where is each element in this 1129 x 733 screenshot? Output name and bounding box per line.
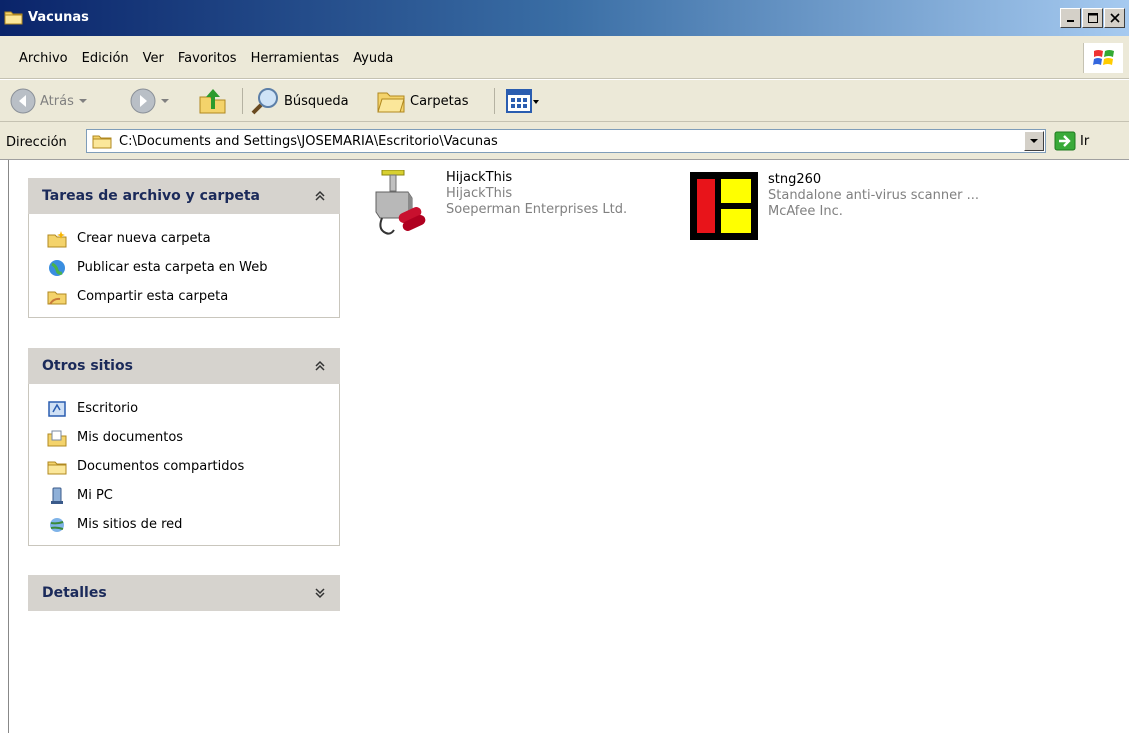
address-bar: Dirección C:\Documents and Settings\JOSE… xyxy=(0,122,1129,160)
place-shared-documents[interactable]: Documentos compartidos xyxy=(47,452,325,481)
menu-bar: Archivo Edición Ver Favoritos Herramient… xyxy=(0,36,1129,79)
task-label: Publicar esta carpeta en Web xyxy=(77,260,268,275)
search-label: Búsqueda xyxy=(284,93,349,109)
back-label: Atrás xyxy=(40,93,74,109)
shared-folder-icon xyxy=(47,461,67,474)
go-button[interactable]: Ir xyxy=(1054,131,1089,151)
other-places-header[interactable]: Otros sitios xyxy=(28,348,340,384)
back-arrow-icon xyxy=(10,88,36,114)
folder-icon xyxy=(92,134,112,152)
search-button[interactable]: Búsqueda xyxy=(250,86,349,116)
address-input[interactable]: C:\Documents and Settings\JOSEMARIA\Escr… xyxy=(86,129,1046,153)
back-button[interactable]: Atrás xyxy=(10,86,88,116)
place-label: Mis documentos xyxy=(77,430,184,445)
close-icon xyxy=(1109,13,1120,23)
folders-label: Carpetas xyxy=(410,93,469,109)
folders-icon xyxy=(377,92,405,113)
place-label: Escritorio xyxy=(77,401,139,416)
maximize-button[interactable] xyxy=(1082,8,1103,28)
file-company: McAfee Inc. xyxy=(768,204,843,219)
forward-arrow-icon xyxy=(130,88,156,114)
collapse-chevron-icon[interactable] xyxy=(314,190,326,202)
place-my-computer[interactable]: Mi PC xyxy=(47,481,325,510)
collapse-chevron-icon[interactable] xyxy=(314,360,326,372)
up-folder-button[interactable] xyxy=(198,86,228,116)
menu-ver[interactable]: Ver xyxy=(136,49,171,68)
task-share-folder[interactable]: Compartir esta carpeta xyxy=(47,282,325,311)
task-new-folder[interactable]: Crear nueva carpeta xyxy=(47,224,325,253)
views-icon xyxy=(506,89,539,113)
other-places-title: Otros sitios xyxy=(42,358,133,374)
views-button[interactable] xyxy=(506,86,540,116)
file-name: HijackThis xyxy=(446,170,513,185)
place-label: Mis sitios de red xyxy=(77,517,183,532)
file-item-hijackthis[interactable]: HijackThis HijackThis Soeperman Enterpri… xyxy=(372,170,627,240)
address-label: Dirección xyxy=(6,135,67,150)
file-tasks-title: Tareas de archivo y carpeta xyxy=(42,188,260,204)
file-tasks-header[interactable]: Tareas de archivo y carpeta xyxy=(28,178,340,214)
forward-button[interactable] xyxy=(130,86,170,116)
desktop-icon xyxy=(48,400,66,417)
place-my-documents[interactable]: Mis documentos xyxy=(47,423,325,452)
task-label: Crear nueva carpeta xyxy=(77,231,211,246)
folders-button[interactable]: Carpetas xyxy=(376,86,468,116)
title-bar[interactable]: Vacunas xyxy=(0,0,1129,36)
maximize-icon xyxy=(1087,13,1098,23)
file-description: Standalone anti-virus scanner ... xyxy=(768,188,979,203)
go-arrow-icon xyxy=(1054,131,1076,151)
expand-chevron-icon[interactable] xyxy=(314,587,326,599)
go-label: Ir xyxy=(1080,133,1090,149)
stinger-app-icon xyxy=(690,172,758,240)
my-documents-icon xyxy=(47,430,67,446)
other-places-panel: Otros sitios Escritorio Mis documentos D… xyxy=(28,348,340,546)
place-desktop[interactable]: Escritorio xyxy=(47,394,325,423)
windows-logo-icon xyxy=(1083,43,1123,73)
my-computer-icon xyxy=(51,487,63,504)
search-icon xyxy=(251,88,278,115)
file-tasks-panel: Tareas de archivo y carpeta Crear nueva … xyxy=(28,178,340,318)
hijackthis-detonator-icon xyxy=(375,170,426,235)
task-publish-web[interactable]: Publicar esta carpeta en Web xyxy=(47,253,325,282)
details-panel: Detalles xyxy=(28,575,340,611)
close-button[interactable] xyxy=(1104,8,1125,28)
folder-icon xyxy=(4,9,24,28)
place-network[interactable]: Mis sitios de red xyxy=(47,510,325,539)
file-description: HijackThis xyxy=(446,186,513,201)
details-header[interactable]: Detalles xyxy=(28,575,340,611)
chevron-down-icon xyxy=(78,99,87,103)
toolbar: Atrás Búsqueda Carpetas xyxy=(0,80,1129,122)
address-path: C:\Documents and Settings\JOSEMARIA\Escr… xyxy=(119,134,498,149)
window-title: Vacunas xyxy=(28,10,89,25)
place-label: Mi PC xyxy=(77,488,113,503)
place-label: Documentos compartidos xyxy=(77,459,245,474)
menu-favoritos[interactable]: Favoritos xyxy=(171,49,244,68)
menu-ayuda[interactable]: Ayuda xyxy=(346,49,400,68)
up-folder-icon xyxy=(199,89,226,114)
chevron-down-icon xyxy=(161,99,169,103)
file-company: Soeperman Enterprises Ltd. xyxy=(446,202,628,217)
details-title: Detalles xyxy=(42,585,107,601)
menu-edicion[interactable]: Edición xyxy=(75,49,136,68)
chevron-down-icon xyxy=(1030,139,1038,143)
file-item-stng260[interactable]: stng260 Standalone anti-virus scanner ..… xyxy=(690,172,979,240)
globe-icon xyxy=(49,259,65,276)
share-folder-icon xyxy=(47,291,67,305)
task-label: Compartir esta carpeta xyxy=(77,289,229,304)
network-icon xyxy=(50,517,64,532)
menu-herramientas[interactable]: Herramientas xyxy=(244,49,347,68)
address-dropdown-button[interactable] xyxy=(1024,131,1044,151)
menu-archivo[interactable]: Archivo xyxy=(12,49,75,68)
minimize-button[interactable] xyxy=(1060,8,1081,28)
minimize-icon xyxy=(1066,20,1074,22)
file-name: stng260 xyxy=(768,172,822,187)
new-folder-icon xyxy=(47,230,67,247)
